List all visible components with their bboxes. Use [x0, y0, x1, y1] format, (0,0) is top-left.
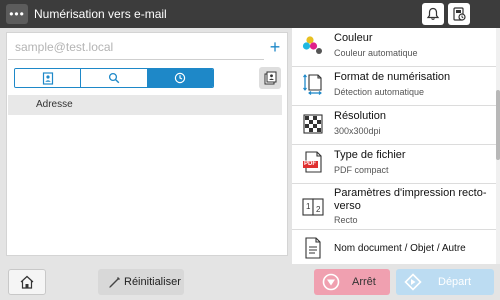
settings-panel: Couleur Couleur automatique Format de nu… — [292, 28, 500, 264]
setting-title: Couleur — [334, 32, 373, 44]
setting-duplex[interactable]: 1 2 Paramètres d'impression recto-verso … — [292, 184, 496, 230]
more-icon: ••• — [9, 7, 25, 21]
pdf-file-icon: PDF — [302, 151, 324, 173]
reset-button-label: Réinitialiser — [124, 276, 181, 288]
history-clock-icon — [175, 72, 186, 84]
start-button-label: Départ — [438, 276, 472, 288]
setting-file-type[interactable]: PDF Type de fichier PDF compact — [292, 145, 496, 184]
document-icon — [305, 237, 321, 259]
duplex-page-1: 1 — [306, 202, 311, 211]
reset-button[interactable]: Réinitialiser — [98, 269, 184, 295]
device-status-button[interactable] — [448, 3, 470, 25]
column-header-address: Adresse — [36, 99, 73, 110]
tab-history[interactable] — [146, 69, 213, 87]
email-address-input[interactable] — [8, 34, 264, 60]
scan-size-icon — [303, 74, 322, 95]
color-icon — [302, 36, 322, 54]
duplex-page-2: 2 — [316, 205, 321, 214]
menu-button[interactable]: ••• — [6, 4, 28, 24]
setting-resolution[interactable]: Résolution 300x300dpi — [292, 106, 496, 145]
setting-value: PDF compact — [334, 165, 389, 175]
scrollbar-thumb[interactable] — [496, 90, 500, 160]
setting-title: Résolution — [334, 110, 386, 122]
tab-search[interactable] — [80, 69, 147, 87]
add-destination-button[interactable]: + — [265, 35, 285, 59]
home-icon — [20, 275, 34, 289]
reset-pencil-icon — [109, 277, 120, 288]
setting-document-name[interactable]: Nom document / Objet / Autre — [292, 230, 496, 264]
resolution-icon — [303, 114, 323, 134]
page-title: Numérisation vers e-mail — [34, 7, 167, 21]
start-button[interactable]: Départ — [396, 269, 494, 295]
bottom-bar: Réinitialiser Arrêt Départ — [0, 264, 500, 300]
address-tab-group — [14, 68, 214, 88]
address-book-icon — [42, 71, 53, 85]
notification-button[interactable] — [422, 3, 444, 25]
plus-icon: + — [269, 37, 281, 57]
settings-scrollbar[interactable] — [496, 28, 500, 264]
setting-title: Paramètres d'impression recto-verso — [334, 187, 487, 212]
search-icon — [108, 72, 120, 84]
address-panel: + — [6, 32, 288, 256]
setting-scan-size[interactable]: Format de numérisation Détection automat… — [292, 67, 496, 106]
setting-value: Couleur automatique — [334, 48, 418, 58]
setting-title: Nom document / Objet / Autre — [334, 243, 466, 254]
setting-color[interactable]: Couleur Couleur automatique — [292, 28, 496, 67]
device-status-icon — [453, 7, 466, 21]
tab-address-book[interactable] — [15, 69, 81, 87]
start-icon — [404, 273, 422, 291]
address-detail-button[interactable] — [259, 67, 281, 89]
setting-title: Format de numérisation — [334, 71, 451, 83]
address-list-header: Adresse — [8, 95, 282, 115]
stop-button-label: Arrêt — [352, 276, 376, 288]
setting-value: 300x300dpi — [334, 126, 381, 136]
duplex-icon: 1 2 — [302, 196, 324, 218]
stop-icon — [322, 273, 340, 291]
title-bar: ••• Numérisation vers e-mail — [0, 0, 500, 28]
bell-icon — [426, 7, 440, 20]
user-card-icon — [264, 71, 277, 85]
home-button[interactable] — [8, 269, 46, 295]
setting-title: Type de fichier — [334, 149, 406, 161]
stop-button[interactable]: Arrêt — [314, 269, 390, 295]
setting-value: Recto — [334, 215, 358, 225]
setting-value: Détection automatique — [334, 87, 425, 97]
pdf-badge-label: PDF — [304, 161, 316, 167]
